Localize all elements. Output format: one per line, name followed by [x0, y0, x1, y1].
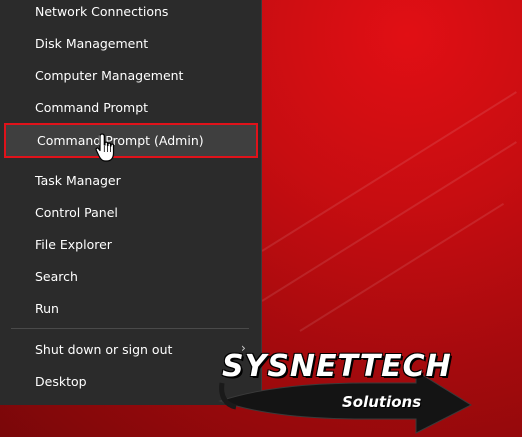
menu-item-label: Search: [35, 269, 78, 284]
watermark-title: SYSNETTECH: [222, 349, 452, 384]
menu-item-label: Command Prompt: [35, 100, 149, 115]
menu-item-task-manager[interactable]: Task Manager: [0, 165, 261, 197]
menu-item-label: Command Prompt (Admin): [37, 133, 204, 148]
screen: Network Connections Disk Management Comp…: [0, 0, 522, 437]
menu-item-disk-management[interactable]: Disk Management: [0, 28, 261, 60]
wallpaper-stripe: [261, 91, 517, 252]
menu-item-command-prompt-admin[interactable]: Command Prompt (Admin): [4, 123, 258, 158]
menu-item-label: Run: [35, 301, 59, 316]
menu-item-label: Task Manager: [35, 173, 121, 188]
menu-item-file-explorer[interactable]: File Explorer: [0, 229, 261, 261]
menu-item-run[interactable]: Run: [0, 293, 261, 325]
menu-item-network-connections[interactable]: Network Connections: [0, 0, 261, 28]
menu-item-control-panel[interactable]: Control Panel: [0, 197, 261, 229]
watermark-subtitle: Solutions: [342, 393, 422, 411]
menu-item-search[interactable]: Search: [0, 261, 261, 293]
sysnettech-watermark: SYSNETTECH Solutions: [216, 343, 522, 437]
menu-item-label: Desktop: [35, 374, 87, 389]
menu-item-label: Control Panel: [35, 205, 118, 220]
menu-item-command-prompt[interactable]: Command Prompt: [0, 92, 261, 124]
menu-item-label: Computer Management: [35, 68, 184, 83]
wallpaper-stripe: [261, 141, 517, 302]
hand-pointer-icon: [95, 133, 115, 162]
menu-item-computer-management[interactable]: Computer Management: [0, 60, 261, 92]
menu-item-label: Network Connections: [35, 4, 169, 19]
menu-item-label: Shut down or sign out: [35, 342, 173, 357]
menu-separator: [11, 328, 249, 329]
menu-item-label: Disk Management: [35, 36, 149, 51]
menu-item-label: File Explorer: [35, 237, 112, 252]
wallpaper-stripe: [299, 202, 505, 332]
